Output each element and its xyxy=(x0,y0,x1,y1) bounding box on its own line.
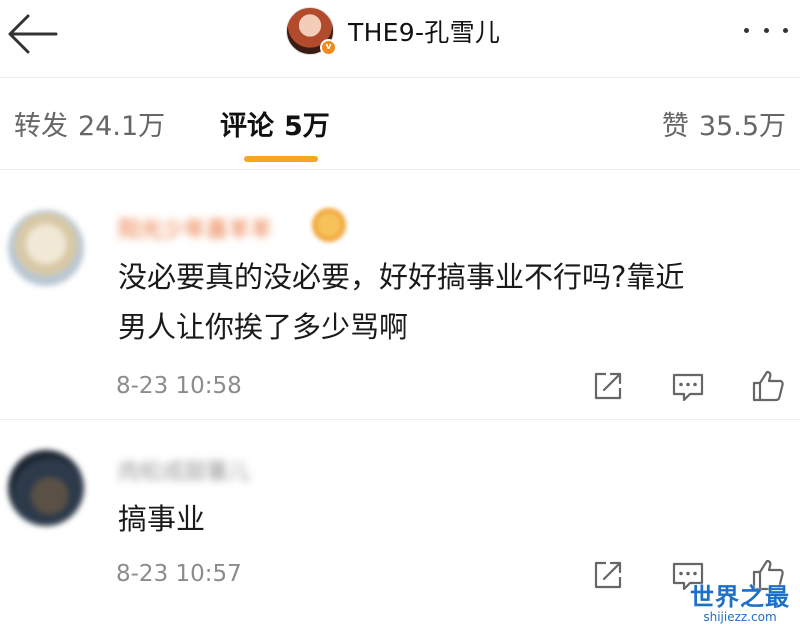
top-bar: v THE9-孔雪儿 xyxy=(0,0,800,78)
tab-repost[interactable]: 转发 24.1万 xyxy=(14,104,165,143)
verified-badge: v xyxy=(320,39,337,56)
back-button[interactable] xyxy=(0,6,64,62)
comment-text: 没必要真的没必要，好好搞事业不行吗?靠近 男人让你挨了多少骂啊 xyxy=(118,252,788,352)
avatar[interactable] xyxy=(8,210,84,286)
share-icon xyxy=(594,372,622,400)
share-icon xyxy=(594,561,622,589)
comment-username[interactable]: 阳光少年喜羊羊 xyxy=(118,212,272,244)
reply-icon xyxy=(672,373,704,402)
watermark-url: shijiezz.com xyxy=(703,610,777,624)
comment-text-line: 搞事业 xyxy=(118,502,206,536)
like-button[interactable] xyxy=(750,368,786,404)
tab-label: 转发 xyxy=(14,111,68,142)
tab-like[interactable]: 赞 35.5万 xyxy=(662,104,786,143)
watermark-title: 世界之最 xyxy=(690,583,790,611)
share-button[interactable] xyxy=(590,368,626,404)
tab-count: 5万 xyxy=(284,111,330,142)
author-name[interactable]: THE9-孔雪儿 xyxy=(348,13,500,49)
more-dots-icon xyxy=(763,27,769,33)
comment-text: 搞事业 xyxy=(118,494,788,544)
more-button[interactable] xyxy=(744,18,788,42)
tab-count: 24.1万 xyxy=(78,111,166,142)
comment-item: 阳光少年喜羊羊 没必要真的没必要，好好搞事业不行吗?靠近 男人让你挨了多少骂啊 … xyxy=(0,170,800,420)
back-arrow-icon xyxy=(8,14,58,54)
tab-bar: 转发 24.1万 评论 5万 赞 35.5万 xyxy=(0,78,800,170)
tab-count: 35.5万 xyxy=(698,111,786,142)
share-button[interactable] xyxy=(590,557,626,593)
avatar[interactable]: v xyxy=(286,7,337,56)
comment-timestamp: 8-23 10:58 xyxy=(116,373,242,399)
more-dots-icon xyxy=(744,27,749,33)
user-badge-icon xyxy=(312,208,346,242)
reply-button[interactable] xyxy=(670,368,706,404)
tab-comment[interactable]: 评论 5万 xyxy=(220,104,330,143)
comment-timestamp: 8-23 10:57 xyxy=(116,561,242,587)
watermark-logo: 世界之最 shijiezz.com xyxy=(690,577,790,624)
post-author[interactable]: v THE9-孔雪儿 xyxy=(286,4,500,58)
avatar[interactable] xyxy=(8,450,84,526)
active-tab-indicator xyxy=(244,156,318,162)
comment-item: 肉松成甜薯儿 搞事业 8-23 10:57 xyxy=(0,420,800,628)
more-dots-icon xyxy=(783,27,788,33)
comment-text-line: 男人让你挨了多少骂啊 xyxy=(118,310,409,344)
comment-text-line: 没必要真的没必要，好好搞事业不行吗?靠近 xyxy=(118,260,685,294)
tab-label: 评论 xyxy=(220,111,274,142)
thumb-up-icon xyxy=(752,370,784,402)
tab-label: 赞 xyxy=(661,111,689,142)
comment-username[interactable]: 肉松成甜薯儿 xyxy=(118,454,250,486)
